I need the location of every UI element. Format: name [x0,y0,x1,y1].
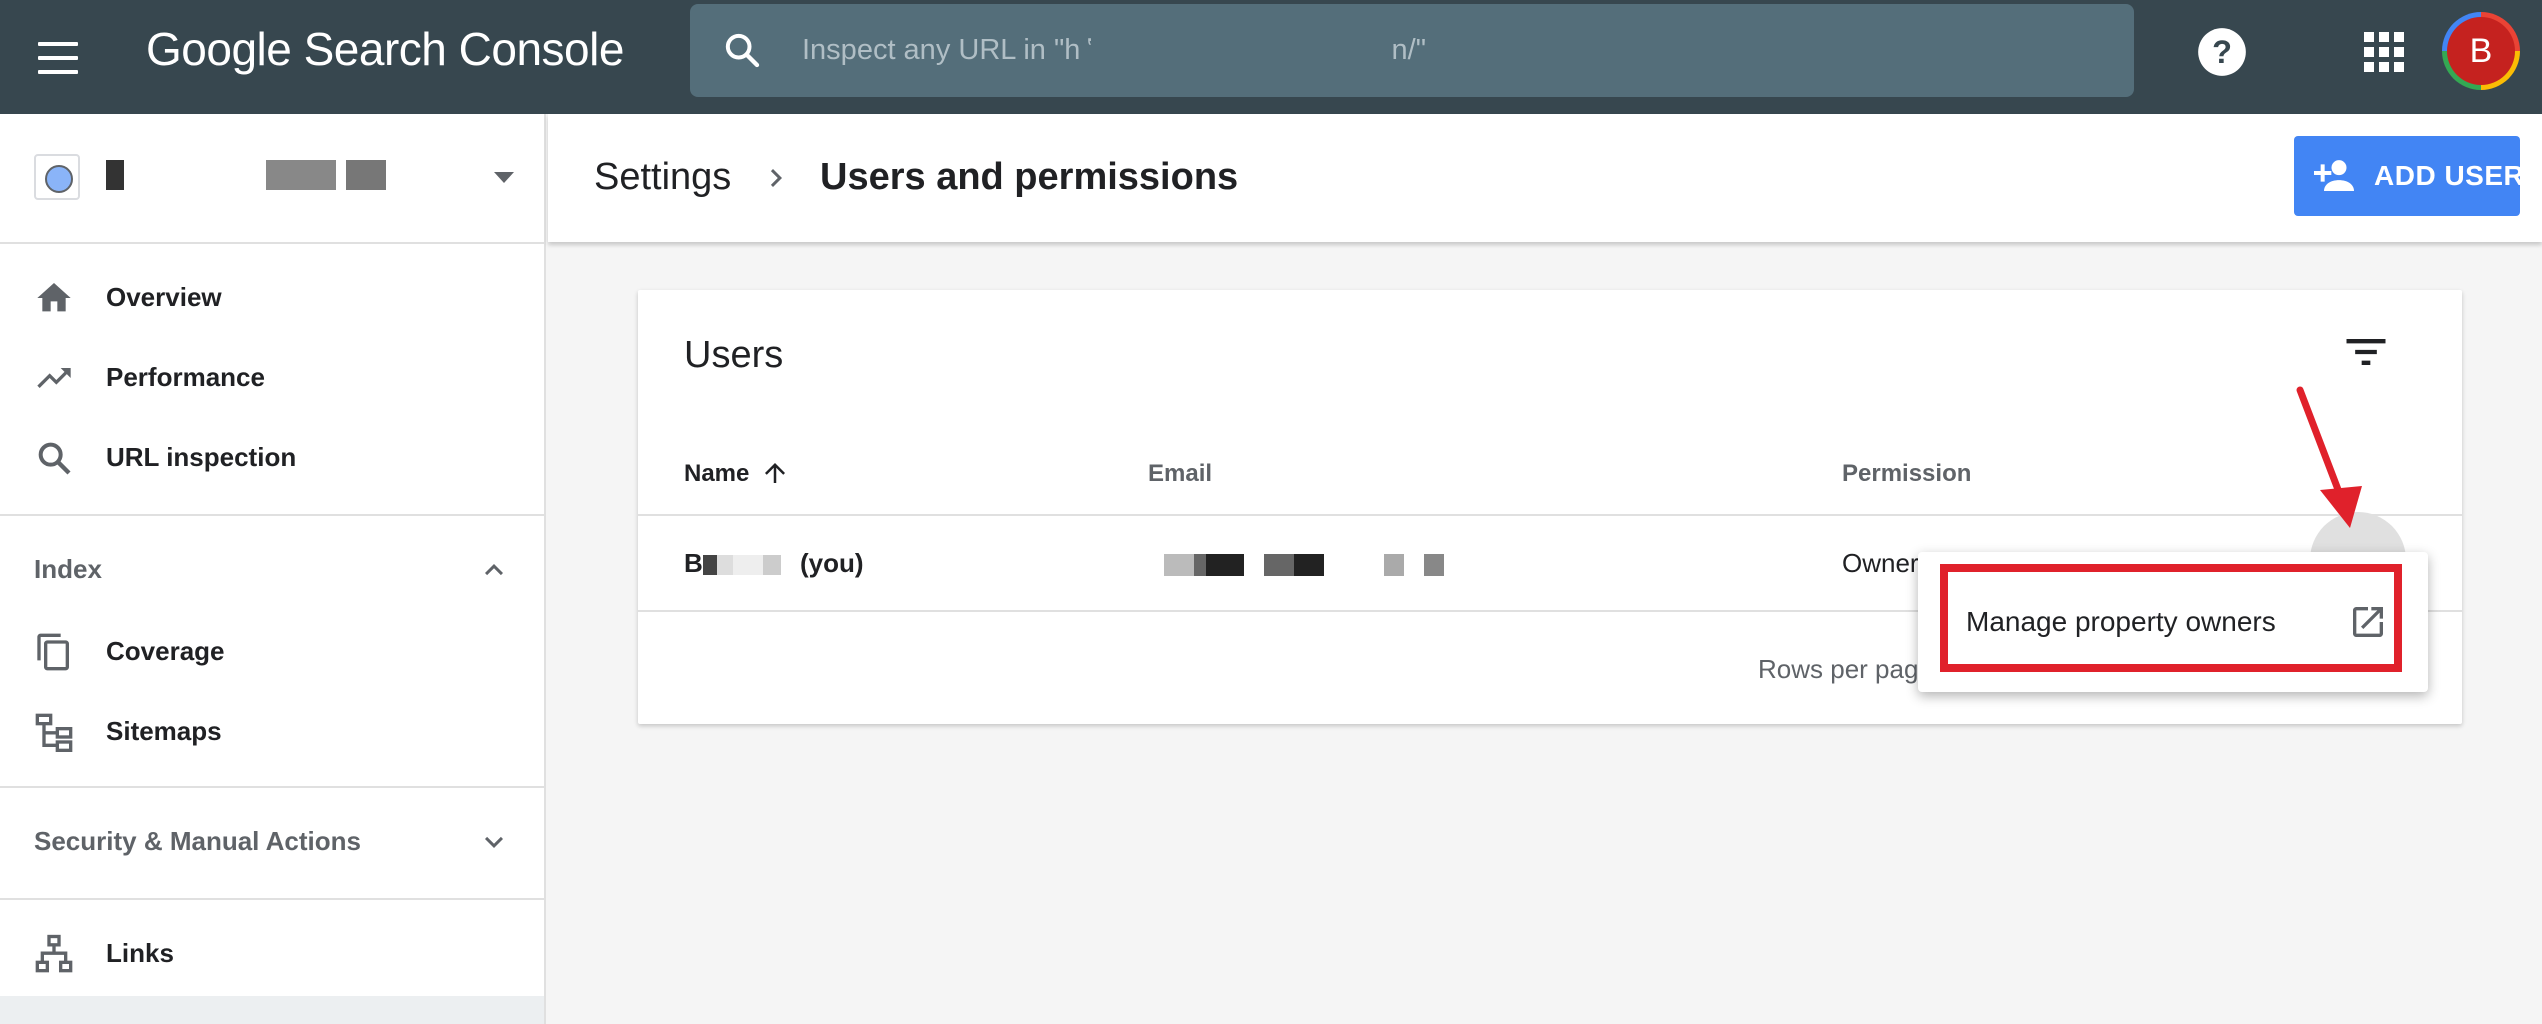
apps-grid-icon[interactable] [2360,28,2408,76]
user-permission: Owner [1842,548,1919,578]
section-label: Security & Manual Actions [34,826,361,856]
page-title: Users and permissions [820,156,1239,198]
sitemap-icon [35,713,73,752]
search-icon [725,33,760,68]
section-security-toggle[interactable]: Security & Manual Actions [0,796,544,886]
row-actions-menu: Manage property owners [1918,552,2428,692]
card-title: Users [684,334,784,376]
page-header: Settings Users and permissions ADD USER [548,114,2542,242]
sidebar-item-sitemaps[interactable]: Sitemaps [0,692,544,772]
sidebar-item-label: URL inspection [106,442,297,472]
dropdown-caret-icon [494,172,514,183]
divider [0,786,544,788]
sidebar-item-performance[interactable]: Performance [0,338,544,418]
sidebar-nav: Overview Performance URL inspection Inde… [0,114,546,1024]
column-header-permission: Permission [1842,460,1972,487]
sidebar-item-partial[interactable] [0,996,544,1024]
annotation-arrow-icon [2296,386,2362,528]
sidebar-item-coverage[interactable]: Coverage [0,612,544,692]
redacted-text [702,555,793,576]
divider [0,242,544,244]
sidebar-item-label: Overview [106,282,222,312]
sidebar-item-label: Performance [106,362,265,392]
sidebar-item-label: Links [106,938,174,968]
chevron-up-icon [485,564,503,576]
globe-icon [34,154,80,200]
property-selector[interactable] [0,114,544,242]
copy-icon [37,633,69,671]
breadcrumb-settings[interactable]: Settings [594,156,731,199]
rows-per-page-label: Rows per pag [1758,654,1919,684]
sidebar-item-label: Coverage [106,636,225,666]
sidebar-item-overview[interactable]: Overview [0,258,544,338]
chevron-right-icon [770,169,782,187]
divider [0,514,544,516]
user-email [1164,554,1464,576]
chevron-down-icon [485,836,503,848]
sidebar-item-url-inspection[interactable]: URL inspection [0,418,544,498]
links-icon [35,934,73,973]
sort-ascending-icon[interactable] [760,458,790,488]
hamburger-menu-icon[interactable] [30,30,86,86]
avatar-initial: B [2447,17,2515,85]
user-name: B (you) [684,548,864,578]
home-icon [37,283,71,312]
column-header-email: Email [1148,460,1213,487]
top-app-bar: Google Search Console Inspect any URL in… [0,0,2542,114]
filter-icon[interactable] [2340,326,2392,378]
add-user-label: ADD USER [2374,160,2525,191]
add-user-button[interactable]: ADD USER [2294,136,2524,216]
section-index-toggle[interactable]: Index [0,524,544,614]
trending-up-icon [37,368,71,388]
section-label: Index [34,554,102,584]
person-add-icon [2314,160,2354,191]
sidebar-item-links[interactable]: Links [0,914,544,994]
help-icon[interactable]: ? [2196,26,2248,78]
divider [0,898,544,900]
account-avatar[interactable]: B [2442,12,2520,90]
divider [638,514,2462,516]
search-icon [38,442,71,475]
url-inspection-search[interactable]: Inspect any URL in "h ʽ n/" [690,4,2134,97]
property-name [106,160,446,190]
sidebar-item-label: Sitemaps [106,716,222,746]
manage-property-owners-item[interactable]: Manage property owners [1940,564,2402,672]
menu-item-label: Manage property owners [1966,606,2276,637]
app-logo[interactable]: Google Search Console [146,22,624,76]
open-in-new-icon [2353,607,2383,637]
svg-text:?: ? [2212,34,2232,70]
column-header-name[interactable]: Name [684,460,749,488]
search-input[interactable]: Inspect any URL in "h ʽ n/" [802,34,1426,67]
